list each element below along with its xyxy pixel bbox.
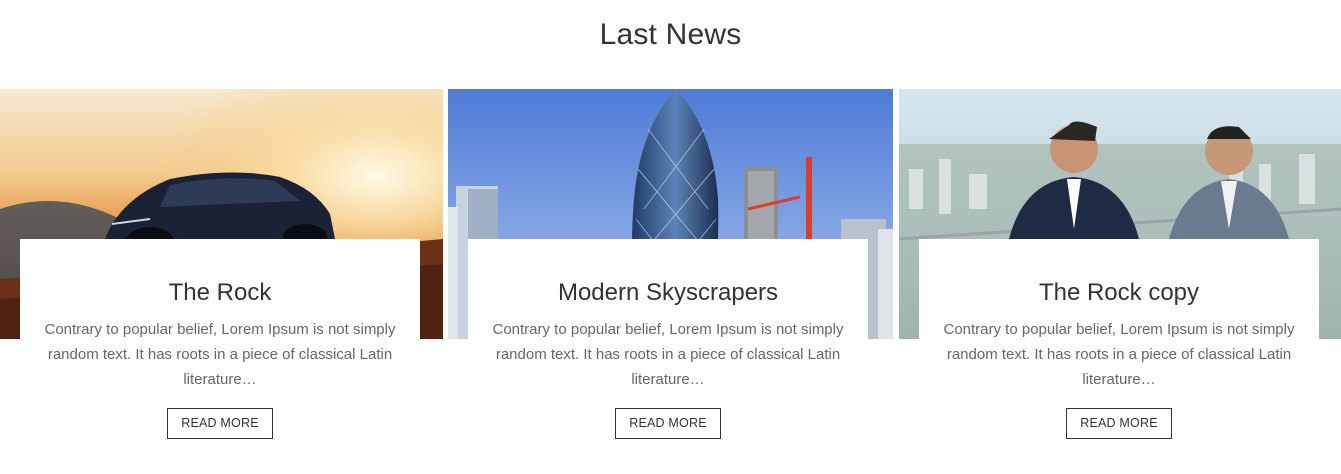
news-card: The Rock copy Contrary to popular belief… <box>899 89 1341 474</box>
news-card: Modern Skyscrapers Contrary to popular b… <box>448 89 893 474</box>
section-title: Last News <box>599 18 742 51</box>
post-excerpt: Contrary to popular belief, Lorem Ipsum … <box>943 321 1295 388</box>
news-card-panel: The Rock Contrary to popular belief, Lor… <box>20 239 420 464</box>
post-excerpt: Contrary to popular belief, Lorem Ipsum … <box>44 321 396 388</box>
post-title[interactable]: The Rock copy <box>919 279 1319 307</box>
news-card-panel: Modern Skyscrapers Contrary to popular b… <box>468 239 868 464</box>
post-title[interactable]: The Rock <box>20 279 420 307</box>
post-excerpt: Contrary to popular belief, Lorem Ipsum … <box>492 321 844 388</box>
news-card-panel: The Rock copy Contrary to popular belief… <box>919 239 1319 464</box>
read-more-button[interactable]: READ MORE <box>615 408 721 439</box>
read-more-button[interactable]: READ MORE <box>167 408 273 439</box>
read-more-button[interactable]: READ MORE <box>1066 408 1172 439</box>
post-title[interactable]: Modern Skyscrapers <box>468 279 868 307</box>
news-card: The Rock Contrary to popular belief, Lor… <box>0 89 443 474</box>
